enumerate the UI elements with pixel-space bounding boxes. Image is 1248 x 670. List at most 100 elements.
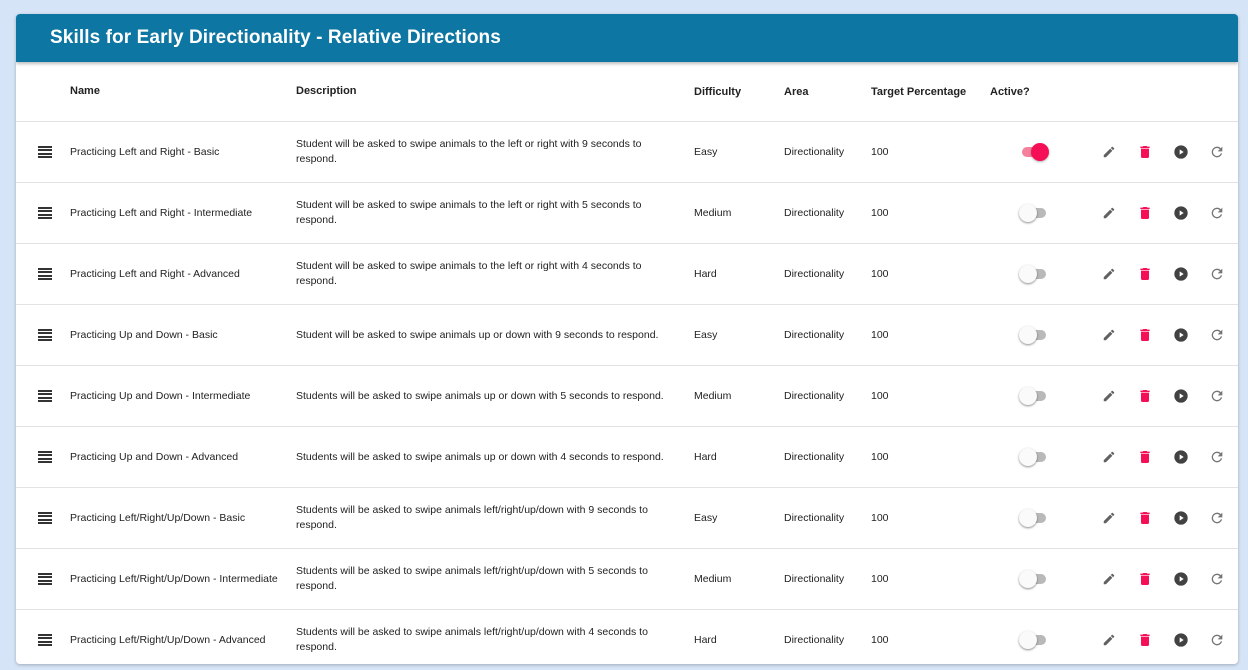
edit-button[interactable]	[1091, 445, 1127, 469]
drag-handle-icon[interactable]	[38, 451, 52, 463]
skill-difficulty: Hard	[694, 268, 717, 280]
skill-name: Practicing Up and Down - Advanced	[70, 450, 239, 463]
refresh-icon	[1211, 329, 1223, 341]
reset-button[interactable]	[1199, 201, 1235, 225]
pencil-icon	[1103, 634, 1115, 646]
column-header-name: Name	[70, 85, 100, 97]
reset-button[interactable]	[1199, 628, 1235, 652]
reset-button[interactable]	[1199, 445, 1235, 469]
play-button[interactable]	[1163, 506, 1199, 530]
pencil-icon	[1103, 329, 1115, 341]
delete-button[interactable]	[1127, 201, 1163, 225]
play-circle-icon	[1174, 511, 1188, 525]
delete-button[interactable]	[1127, 567, 1163, 591]
play-button[interactable]	[1163, 201, 1199, 225]
skill-area: Directionality	[784, 146, 845, 158]
drag-handle-icon[interactable]	[38, 512, 52, 524]
table-header: Name Description Difficulty Area Target …	[16, 62, 1238, 122]
skill-difficulty: Easy	[694, 512, 718, 524]
reset-button[interactable]	[1199, 384, 1235, 408]
reset-button[interactable]	[1199, 506, 1235, 530]
delete-button[interactable]	[1127, 140, 1163, 164]
skill-area: Directionality	[784, 268, 845, 280]
drag-handle-icon[interactable]	[38, 207, 52, 219]
delete-button[interactable]	[1127, 323, 1163, 347]
refresh-icon	[1211, 451, 1223, 463]
edit-button[interactable]	[1091, 628, 1127, 652]
skill-name: Practicing Up and Down - Intermediate	[70, 389, 251, 402]
active-toggle[interactable]	[1018, 386, 1049, 406]
skill-name: Practicing Left and Right - Advanced	[70, 267, 240, 280]
drag-handle-icon[interactable]	[38, 390, 52, 402]
edit-button[interactable]	[1091, 201, 1127, 225]
play-button[interactable]	[1163, 262, 1199, 286]
skill-difficulty: Easy	[694, 146, 718, 158]
refresh-icon	[1211, 634, 1223, 646]
skill-target-percentage: 100	[871, 512, 889, 524]
reset-button[interactable]	[1199, 262, 1235, 286]
delete-button[interactable]	[1127, 384, 1163, 408]
refresh-icon	[1211, 268, 1223, 280]
edit-button[interactable]	[1091, 323, 1127, 347]
column-header-target-percentage: Target Percentage	[871, 85, 967, 98]
refresh-icon	[1211, 390, 1223, 402]
column-header-area: Area	[784, 85, 809, 98]
drag-handle-icon[interactable]	[38, 146, 52, 158]
active-toggle[interactable]	[1018, 325, 1049, 345]
active-toggle[interactable]	[1018, 569, 1049, 589]
skill-difficulty: Medium	[694, 573, 732, 585]
reset-button[interactable]	[1199, 140, 1235, 164]
skill-area: Directionality	[784, 512, 845, 524]
active-toggle[interactable]	[1018, 447, 1049, 467]
play-button[interactable]	[1163, 140, 1199, 164]
play-circle-icon	[1174, 572, 1188, 586]
table-body: Practicing Left and Right - Basic Studen…	[16, 122, 1238, 664]
drag-handle-icon[interactable]	[38, 329, 52, 341]
skill-target-percentage: 100	[871, 268, 889, 280]
trash-icon	[1140, 268, 1150, 280]
skill-description: Student will be asked to swipe animals t…	[296, 260, 642, 287]
trash-icon	[1140, 146, 1150, 158]
play-button[interactable]	[1163, 384, 1199, 408]
play-button[interactable]	[1163, 445, 1199, 469]
skill-difficulty: Medium	[694, 207, 732, 219]
skill-description: Student will be asked to swipe animals t…	[296, 199, 642, 226]
skill-name: Practicing Up and Down - Basic	[70, 328, 218, 341]
delete-button[interactable]	[1127, 445, 1163, 469]
skill-target-percentage: 100	[871, 634, 889, 646]
table-row: Practicing Left and Right - Advanced Stu…	[16, 244, 1238, 305]
edit-button[interactable]	[1091, 140, 1127, 164]
delete-button[interactable]	[1127, 506, 1163, 530]
delete-button[interactable]	[1127, 628, 1163, 652]
drag-handle-icon[interactable]	[38, 268, 52, 280]
play-button[interactable]	[1163, 567, 1199, 591]
pencil-icon	[1103, 207, 1115, 219]
trash-icon	[1140, 329, 1150, 341]
column-header-difficulty: Difficulty	[694, 85, 742, 98]
reset-button[interactable]	[1199, 323, 1235, 347]
drag-handle-icon[interactable]	[38, 634, 52, 646]
edit-button[interactable]	[1091, 262, 1127, 286]
drag-handle-icon[interactable]	[38, 573, 52, 585]
reset-button[interactable]	[1199, 567, 1235, 591]
active-toggle[interactable]	[1018, 264, 1049, 284]
play-button[interactable]	[1163, 323, 1199, 347]
skill-difficulty: Medium	[694, 390, 732, 402]
edit-button[interactable]	[1091, 506, 1127, 530]
pencil-icon	[1103, 268, 1115, 280]
active-toggle[interactable]	[1018, 630, 1049, 650]
delete-button[interactable]	[1127, 262, 1163, 286]
column-header-description: Description	[296, 85, 357, 97]
edit-button[interactable]	[1091, 567, 1127, 591]
active-toggle[interactable]	[1018, 203, 1049, 223]
pencil-icon	[1103, 512, 1115, 524]
skill-target-percentage: 100	[871, 329, 889, 341]
edit-button[interactable]	[1091, 384, 1127, 408]
active-toggle[interactable]	[1018, 508, 1049, 528]
play-circle-icon	[1174, 145, 1188, 159]
page-title: Skills for Early Directionality - Relati…	[16, 14, 1238, 62]
skill-target-percentage: 100	[871, 390, 889, 402]
active-toggle[interactable]	[1019, 142, 1049, 162]
play-circle-icon	[1174, 450, 1188, 464]
play-button[interactable]	[1163, 628, 1199, 652]
